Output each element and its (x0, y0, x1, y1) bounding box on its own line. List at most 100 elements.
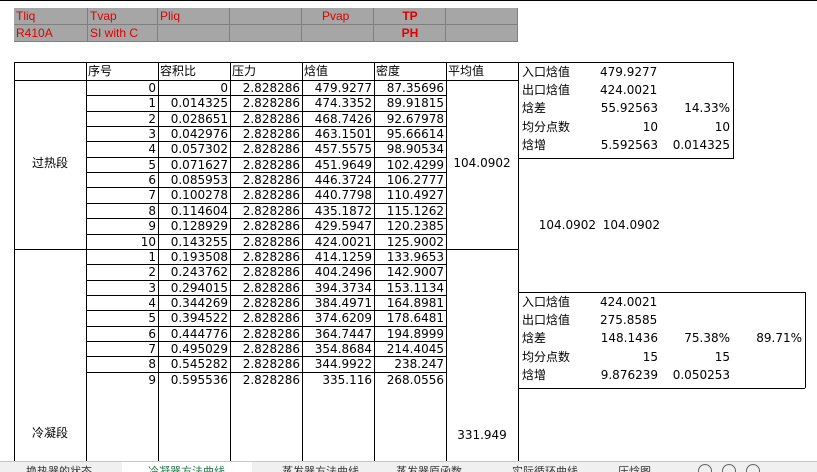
summary-cell[interactable]: 入口焓值 (520, 65, 600, 80)
summary-cell[interactable]: 5.592563 (598, 138, 660, 153)
parameter-value[interactable]: TP (374, 9, 446, 24)
table-cell[interactable]: 0.014325 (158, 96, 230, 111)
summary-cell[interactable] (660, 65, 732, 80)
table-cell[interactable]: 2.828286 (230, 112, 302, 127)
summary-cell[interactable]: 焓差 (520, 101, 600, 116)
table-cell[interactable]: 2.828286 (230, 219, 302, 234)
table-cell[interactable]: 6 (86, 173, 158, 188)
table-cell[interactable]: 354.8684 (302, 342, 374, 357)
summary-cell[interactable]: 9.876239 (598, 368, 660, 383)
summary-cell[interactable]: 10 (598, 120, 660, 135)
table-cell[interactable]: 2.828286 (230, 204, 302, 219)
table-cell[interactable]: 2.828286 (230, 127, 302, 142)
summary-cell[interactable] (660, 313, 732, 328)
parameter-value[interactable]: PH (374, 26, 446, 41)
summary-cell[interactable]: 89.71% (732, 331, 804, 346)
table-cell[interactable]: 238.247 (374, 357, 446, 372)
sheet-tab[interactable]: 蒸发器方法曲线 (256, 462, 366, 472)
summary-cell[interactable]: 424.0021 (598, 295, 660, 310)
summary-cell[interactable]: 均分点数 (520, 350, 600, 365)
sheet-tab[interactable]: 换热器的状态 (0, 462, 120, 472)
table-cell[interactable]: 115.1262 (374, 204, 446, 219)
table-cell[interactable]: 120.2385 (374, 219, 446, 234)
table-cell[interactable]: 133.9653 (374, 250, 446, 265)
parameter-value[interactable]: Tvap (88, 9, 158, 24)
table-cell[interactable]: 9 (86, 373, 158, 388)
column-header[interactable]: 平均值 (446, 64, 518, 79)
parameter-cell[interactable] (446, 8, 518, 25)
summary-cell[interactable]: 出口焓值 (520, 313, 600, 328)
table-cell[interactable]: 0.128929 (158, 219, 230, 234)
table-cell[interactable]: 89.91815 (374, 96, 446, 111)
table-cell[interactable]: 6 (86, 327, 158, 342)
column-header[interactable]: 序号 (86, 64, 158, 79)
table-cell[interactable]: 451.9649 (302, 158, 374, 173)
table-cell[interactable]: 0.495029 (158, 342, 230, 357)
table-cell[interactable]: 7 (86, 188, 158, 203)
table-cell[interactable]: 0.243762 (158, 265, 230, 280)
summary-average[interactable]: 104.0902 (520, 218, 598, 233)
table-cell[interactable]: 374.6209 (302, 311, 374, 326)
sheet-tab[interactable]: 压焓图 (592, 462, 652, 472)
table-cell[interactable]: 2.828286 (230, 342, 302, 357)
table-cell[interactable]: 153.1134 (374, 281, 446, 296)
table-cell[interactable]: 2.828286 (230, 373, 302, 388)
summary-cell[interactable]: 10 (660, 120, 732, 135)
summary-cell[interactable]: 75.38% (660, 331, 732, 346)
table-cell[interactable]: 2.828286 (230, 281, 302, 296)
summary-cell[interactable]: 焓增 (520, 138, 600, 153)
table-cell[interactable]: 102.4299 (374, 158, 446, 173)
table-cell[interactable]: 463.1501 (302, 127, 374, 142)
section-label-superheat[interactable]: 过热段 (14, 156, 86, 171)
tab-scroll-left-icon[interactable] (698, 464, 712, 472)
table-cell[interactable]: 2.828286 (230, 327, 302, 342)
summary-cell[interactable] (660, 83, 732, 98)
table-cell[interactable]: 4 (86, 142, 158, 157)
table-cell[interactable]: 0.114604 (158, 204, 230, 219)
table-cell[interactable]: 0.143255 (158, 235, 230, 250)
table-cell[interactable]: 106.2777 (374, 173, 446, 188)
table-cell[interactable]: 0.042976 (158, 127, 230, 142)
table-cell[interactable]: 2.828286 (230, 250, 302, 265)
table-cell[interactable]: 0.085953 (158, 173, 230, 188)
table-cell[interactable]: 5 (86, 158, 158, 173)
summary-cell[interactable]: 15 (660, 350, 732, 365)
column-header[interactable]: 焓值 (302, 64, 374, 79)
table-cell[interactable]: 9 (86, 219, 158, 234)
table-cell[interactable]: 0 (86, 81, 158, 96)
summary-cell[interactable]: 均分点数 (520, 120, 600, 135)
table-cell[interactable]: 142.9007 (374, 265, 446, 280)
summary-cell[interactable]: 出口焓值 (520, 83, 600, 98)
table-cell[interactable]: 2 (86, 112, 158, 127)
parameter-cell[interactable] (446, 25, 518, 42)
table-cell[interactable]: 0.545282 (158, 357, 230, 372)
table-cell[interactable]: 414.1259 (302, 250, 374, 265)
table-cell[interactable]: 0.444776 (158, 327, 230, 342)
table-cell[interactable]: 0.344269 (158, 296, 230, 311)
parameter-value[interactable]: Tliq (14, 9, 88, 24)
summary-cell[interactable]: 焓差 (520, 331, 600, 346)
summary-cell[interactable]: 0.014325 (660, 138, 732, 153)
column-header[interactable]: 容积比 (158, 64, 230, 79)
sheet-tab[interactable]: 冷凝器方法曲线 (122, 462, 252, 472)
summary-cell[interactable]: 148.1436 (598, 331, 660, 346)
summary-cell[interactable]: 15 (598, 350, 660, 365)
table-cell[interactable]: 2.828286 (230, 188, 302, 203)
table-cell[interactable]: 98.90534 (374, 142, 446, 157)
table-cell[interactable]: 2.828286 (230, 96, 302, 111)
parameter-value[interactable] (302, 26, 374, 41)
table-cell[interactable]: 0.193508 (158, 250, 230, 265)
table-cell[interactable]: 92.67978 (374, 112, 446, 127)
table-cell[interactable]: 0.595536 (158, 373, 230, 388)
tab-options-icon[interactable] (746, 464, 760, 472)
summary-average[interactable]: 104.0902 (598, 218, 662, 233)
table-cell[interactable]: 87.35696 (374, 81, 446, 96)
table-cell[interactable]: 429.5947 (302, 219, 374, 234)
table-cell[interactable]: 364.7447 (302, 327, 374, 342)
table-cell[interactable]: 384.4971 (302, 296, 374, 311)
table-cell[interactable]: 1 (86, 96, 158, 111)
parameter-value[interactable] (230, 26, 302, 41)
table-cell[interactable]: 0.028651 (158, 112, 230, 127)
summary-cell[interactable]: 0.050253 (660, 368, 732, 383)
table-cell[interactable]: 404.2496 (302, 265, 374, 280)
